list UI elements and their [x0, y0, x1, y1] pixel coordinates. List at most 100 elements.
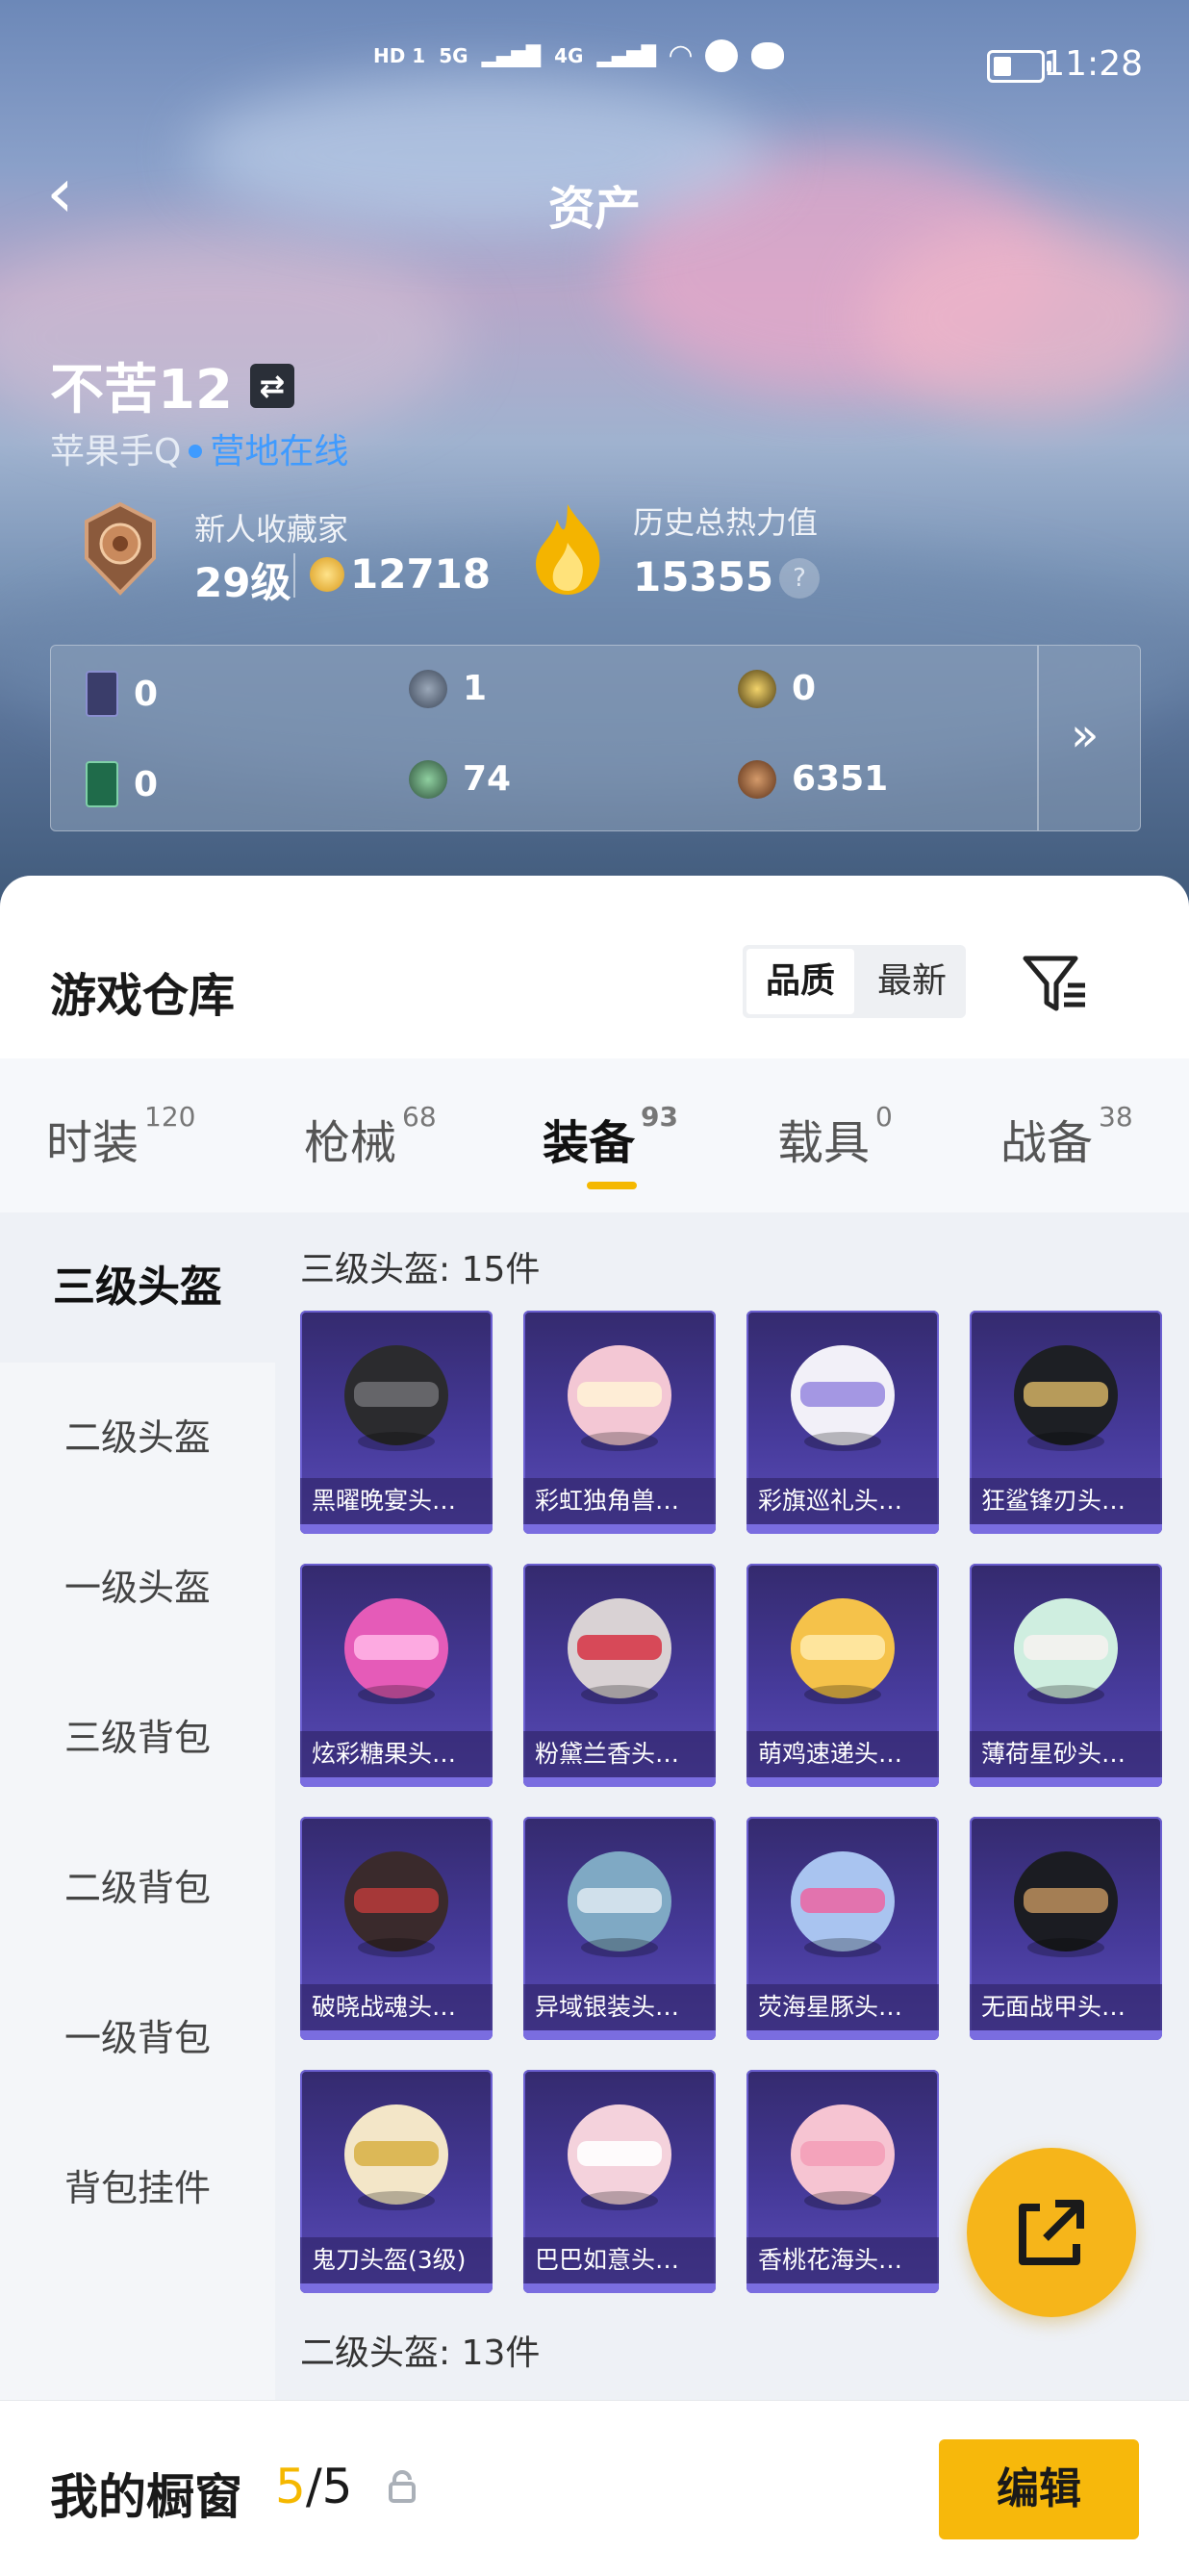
sidebar-item-level2-backpack[interactable]: 二级背包 [0, 1813, 275, 1963]
chevron-double-right-icon[interactable]: » [1071, 708, 1099, 762]
item-name: 荧海星豚头… [746, 1984, 939, 2030]
player-name: 不苦12 [50, 359, 233, 421]
helmet-item-card[interactable]: 萌鸡速递头… [746, 1564, 939, 1787]
divider [293, 553, 295, 598]
helmet-icon [344, 2104, 448, 2210]
edit-button[interactable]: 编辑 [939, 2439, 1139, 2539]
signal-icon: ▂▄▆█ [596, 43, 656, 67]
showcase-count: 5/5 [275, 2459, 352, 2514]
helmet-icon [791, 1851, 895, 1957]
helmet-item-card[interactable]: 香桃花海头… [746, 2070, 939, 2293]
item-name: 巴巴如意头… [523, 2237, 716, 2283]
collector-title: 新人收藏家 [194, 511, 349, 548]
helmet-icon [568, 1851, 671, 1957]
item-name: 破晓战魂头… [300, 1984, 493, 2030]
helmet-item-card[interactable]: 荧海星豚头… [746, 1817, 939, 2040]
currency-item: 0 [86, 761, 158, 807]
helmet-icon [791, 2104, 895, 2210]
network-status: HD 1 5G ▂▄▆█ 4G ▂▄▆█ ◠ [373, 38, 785, 72]
sort-option-newest[interactable]: 最新 [858, 945, 966, 1018]
tab-vehicles[interactable]: 载具 0 [777, 1101, 893, 1172]
tab-label: 战备 [1000, 1116, 1094, 1170]
helmet-item-card[interactable]: 异域银装头… [523, 1817, 716, 2040]
help-icon[interactable]: ? [779, 558, 820, 599]
filter-icon[interactable] [1022, 953, 1089, 1016]
rarity-bar [970, 1524, 1162, 1534]
sort-option-quality[interactable]: 品质 [746, 949, 854, 1014]
currency-value: 6351 [792, 759, 889, 799]
item-name: 香桃花海头… [746, 2237, 939, 2283]
rarity-bar [746, 1524, 939, 1534]
helmet-icon [344, 1851, 448, 1957]
signal-icon: ▂▄▆█ [481, 43, 542, 67]
switch-account-icon[interactable]: ⇄ [249, 363, 294, 408]
rarity-bar [970, 2030, 1162, 2040]
tab-label: 载具 [777, 1116, 871, 1170]
sidebar-item-level1-helmet[interactable]: 一级头盔 [0, 1513, 275, 1663]
rarity-bar [746, 2283, 939, 2293]
currency-value: 74 [463, 759, 512, 799]
rarity-bar [523, 2283, 716, 2293]
currency-item: 6351 [738, 759, 888, 799]
helmet-item-card[interactable]: 薄荷星砂头… [970, 1564, 1162, 1787]
tab-label: 枪械 [304, 1116, 397, 1170]
sim-label: HD 1 [373, 43, 426, 67]
helmet-item-card[interactable]: 彩旗巡礼头… [746, 1311, 939, 1534]
currency-panel[interactable]: 0 1 0 0 74 6351 » [50, 645, 1141, 831]
helmet-item-card[interactable]: 狂鲨锋刃头… [970, 1311, 1162, 1534]
gold-coin-icon [738, 669, 776, 708]
sidebar-item-level3-backpack[interactable]: 三级背包 [0, 1663, 275, 1813]
points-coin-icon [310, 556, 344, 592]
helmet-item-card[interactable]: 炫彩糖果头… [300, 1564, 493, 1787]
rarity-bar [746, 1777, 939, 1787]
top-navigation: ‹ 资产 [0, 158, 1189, 236]
sidebar-item-level1-backpack[interactable]: 一级背包 [0, 1963, 275, 2113]
sidebar-item-level3-helmet[interactable]: 三级头盔 [0, 1212, 275, 1363]
rarity-bar [523, 1524, 716, 1534]
helmet-item-card[interactable]: 粉黛兰香头… [523, 1564, 716, 1787]
helmet-icon [1014, 1345, 1118, 1451]
showcase-label: 我的橱窗 [50, 2469, 242, 2525]
item-name: 彩旗巡礼头… [746, 1478, 939, 1524]
helmet-item-card[interactable]: 鬼刀头盔(3级) [300, 2070, 493, 2293]
status-bar: HD 1 5G ▂▄▆█ 4G ▂▄▆█ ◠ 11:28 [0, 38, 1189, 96]
rarity-bar [300, 1524, 493, 1534]
showcase-count-current: 5 [275, 2459, 306, 2514]
helmet-icon [1014, 1851, 1118, 1957]
sort-toggle: 品质 最新 [743, 945, 966, 1018]
item-name: 狂鲨锋刃头… [970, 1478, 1162, 1524]
section-title: 二级头盔: 13件 [300, 2334, 541, 2373]
silver-coin-icon [409, 669, 447, 708]
online-dot-icon [189, 445, 203, 458]
rarity-bar [523, 1777, 716, 1787]
helmet-item-card[interactable]: 破晓战魂头… [300, 1817, 493, 2040]
item-name: 黑曜晚宴头… [300, 1478, 493, 1524]
helmet-item-card[interactable]: 彩虹独角兽… [523, 1311, 716, 1534]
item-name: 彩虹独角兽… [523, 1478, 716, 1524]
tab-count: 120 [144, 1101, 196, 1133]
rarity-bar [300, 1777, 493, 1787]
page-title: 资产 [547, 182, 641, 236]
helmet-item-card[interactable]: 巴巴如意头… [523, 2070, 716, 2293]
tab-weapons[interactable]: 枪械 68 [304, 1101, 437, 1172]
rank-medal-icon [85, 501, 156, 596]
rarity-bar [300, 2283, 493, 2293]
tab-supplies[interactable]: 战备 38 [1000, 1101, 1133, 1172]
tab-fashion[interactable]: 时装 120 [46, 1101, 195, 1172]
currency-value: 0 [134, 674, 159, 714]
sidebar-item-backpack-charm[interactable]: 背包挂件 [0, 2113, 275, 2263]
helmet-icon [791, 1345, 895, 1451]
rarity-bar [523, 2030, 716, 2040]
battery-icon [987, 50, 1051, 83]
sidebar-item-level2-helmet[interactable]: 二级头盔 [0, 1363, 275, 1513]
tab-equipment[interactable]: 装备 93 [543, 1101, 678, 1172]
external-link-icon [1019, 2200, 1084, 2265]
active-tab-indicator [587, 1182, 637, 1189]
rarity-bar [746, 2030, 939, 2040]
sim-label: 4G [554, 43, 584, 67]
helmet-item-card[interactable]: 黑曜晚宴头… [300, 1311, 493, 1534]
profile-header-background: HD 1 5G ▂▄▆█ 4G ▂▄▆█ ◠ 11:28 ‹ 资产 不苦12 ⇄… [0, 0, 1189, 924]
helmet-item-card[interactable]: 无面战甲头… [970, 1817, 1162, 2040]
share-button[interactable] [967, 2148, 1136, 2317]
currency-value: 1 [463, 669, 488, 708]
